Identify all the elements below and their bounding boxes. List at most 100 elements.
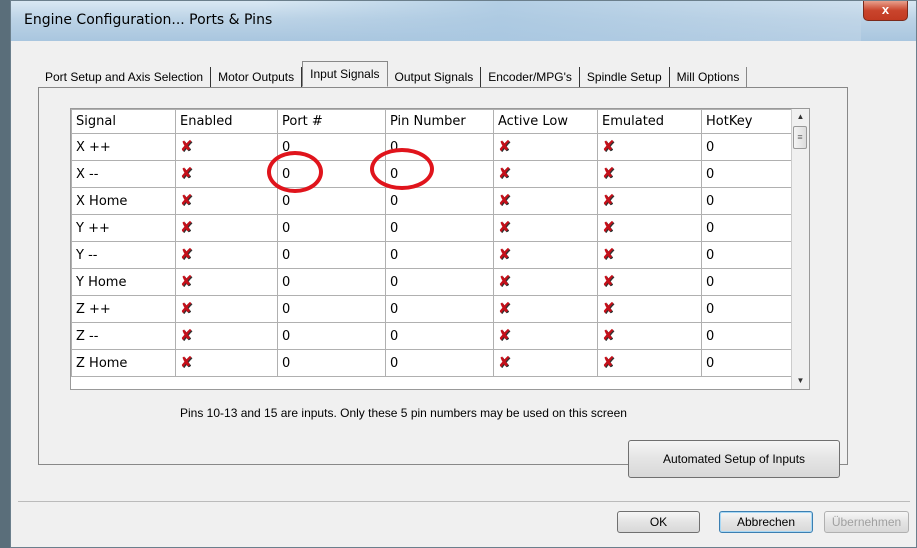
signal-cell[interactable]: Z ++ xyxy=(71,295,176,323)
emulated-cell[interactable]: ✘ xyxy=(597,322,702,350)
column-header-hotkey[interactable]: HotKey xyxy=(701,109,793,134)
pin-number-cell[interactable]: 0 xyxy=(385,322,494,350)
pin-number-cell[interactable]: 0 xyxy=(385,295,494,323)
table-row[interactable]: Z Home ✘ 0 0 ✘ ✘ 0 xyxy=(71,349,793,377)
enabled-cell[interactable]: ✘ xyxy=(175,349,278,377)
hotkey-cell[interactable]: 0 xyxy=(701,133,793,161)
tab-output-signals[interactable]: Output Signals xyxy=(388,67,482,87)
active-low-cell[interactable]: ✘ xyxy=(493,160,598,188)
vertical-scrollbar[interactable]: ▲ ≡ ▼ xyxy=(791,109,809,389)
red-x-icon: ✘ xyxy=(180,191,193,209)
active-low-cell[interactable]: ✘ xyxy=(493,214,598,242)
cancel-button[interactable]: Abbrechen xyxy=(719,511,813,533)
red-x-icon: ✘ xyxy=(180,137,193,155)
column-header-pin-number[interactable]: Pin Number xyxy=(385,109,494,134)
ok-button[interactable]: OK xyxy=(617,511,700,533)
pins-info-text: Pins 10-13 and 15 are inputs. Only these… xyxy=(180,406,627,420)
enabled-cell[interactable]: ✘ xyxy=(175,187,278,215)
port-cell[interactable]: 0 xyxy=(277,349,386,377)
tab-input-signals[interactable]: Input Signals xyxy=(302,61,388,87)
table-row[interactable]: Y Home ✘ 0 0 ✘ ✘ 0 xyxy=(71,268,793,296)
tab-port-setup[interactable]: Port Setup and Axis Selection xyxy=(38,67,212,87)
port-cell[interactable]: 0 xyxy=(277,160,386,188)
table-row[interactable]: Z -- ✘ 0 0 ✘ ✘ 0 xyxy=(71,322,793,350)
pin-number-cell[interactable]: 0 xyxy=(385,160,494,188)
table-row[interactable]: X -- ✘ 0 0 ✘ ✘ 0 xyxy=(71,160,793,188)
tab-mill-options[interactable]: Mill Options xyxy=(670,67,748,87)
pin-number-cell[interactable]: 0 xyxy=(385,133,494,161)
column-header-emulated[interactable]: Emulated xyxy=(597,109,702,134)
hotkey-cell[interactable]: 0 xyxy=(701,268,793,296)
emulated-cell[interactable]: ✘ xyxy=(597,295,702,323)
port-cell[interactable]: 0 xyxy=(277,295,386,323)
apply-button[interactable]: Übernehmen xyxy=(824,511,909,533)
scroll-up-arrow-icon[interactable]: ▲ xyxy=(792,109,809,125)
enabled-cell[interactable]: ✘ xyxy=(175,133,278,161)
pin-number-cell[interactable]: 0 xyxy=(385,214,494,242)
active-low-cell[interactable]: ✘ xyxy=(493,187,598,215)
emulated-cell[interactable]: ✘ xyxy=(597,160,702,188)
hotkey-cell[interactable]: 0 xyxy=(701,349,793,377)
emulated-cell[interactable]: ✘ xyxy=(597,187,702,215)
table-row[interactable]: X ++ ✘ 0 0 ✘ ✘ 0 xyxy=(71,133,793,161)
enabled-cell[interactable]: ✘ xyxy=(175,322,278,350)
enabled-cell[interactable]: ✘ xyxy=(175,268,278,296)
active-low-cell[interactable]: ✘ xyxy=(493,133,598,161)
scroll-down-arrow-icon[interactable]: ▼ xyxy=(792,373,809,389)
hotkey-cell[interactable]: 0 xyxy=(701,322,793,350)
active-low-cell[interactable]: ✘ xyxy=(493,322,598,350)
pin-number-cell[interactable]: 0 xyxy=(385,241,494,269)
hotkey-cell[interactable]: 0 xyxy=(701,214,793,242)
red-x-icon: ✘ xyxy=(498,353,511,371)
signal-cell[interactable]: Y ++ xyxy=(71,214,176,242)
port-cell[interactable]: 0 xyxy=(277,187,386,215)
emulated-cell[interactable]: ✘ xyxy=(597,268,702,296)
column-header-port[interactable]: Port # xyxy=(277,109,386,134)
tab-encoder-mpg[interactable]: Encoder/MPG's xyxy=(481,67,580,87)
signal-cell[interactable]: Z Home xyxy=(71,349,176,377)
active-low-cell[interactable]: ✘ xyxy=(493,349,598,377)
column-header-signal[interactable]: Signal xyxy=(71,109,176,134)
port-cell[interactable]: 0 xyxy=(277,241,386,269)
emulated-cell[interactable]: ✘ xyxy=(597,214,702,242)
hotkey-cell[interactable]: 0 xyxy=(701,241,793,269)
enabled-cell[interactable]: ✘ xyxy=(175,295,278,323)
hotkey-cell[interactable]: 0 xyxy=(701,160,793,188)
emulated-cell[interactable]: ✘ xyxy=(597,133,702,161)
scroll-thumb[interactable]: ≡ xyxy=(793,126,807,149)
signal-cell[interactable]: Y Home xyxy=(71,268,176,296)
active-low-cell[interactable]: ✘ xyxy=(493,268,598,296)
emulated-cell[interactable]: ✘ xyxy=(597,241,702,269)
pin-number-cell[interactable]: 0 xyxy=(385,268,494,296)
hotkey-cell[interactable]: 0 xyxy=(701,187,793,215)
active-low-cell[interactable]: ✘ xyxy=(493,241,598,269)
pin-number-cell[interactable]: 0 xyxy=(385,187,494,215)
close-button[interactable]: x xyxy=(863,1,908,21)
signal-cell[interactable]: X ++ xyxy=(71,133,176,161)
enabled-cell[interactable]: ✘ xyxy=(175,160,278,188)
column-header-enabled[interactable]: Enabled xyxy=(175,109,278,134)
table-row[interactable]: X Home ✘ 0 0 ✘ ✘ 0 xyxy=(71,187,793,215)
signal-cell[interactable]: X -- xyxy=(71,160,176,188)
enabled-cell[interactable]: ✘ xyxy=(175,241,278,269)
table-row[interactable]: Y ++ ✘ 0 0 ✘ ✘ 0 xyxy=(71,214,793,242)
enabled-cell[interactable]: ✘ xyxy=(175,214,278,242)
automated-setup-button[interactable]: Automated Setup of Inputs xyxy=(628,440,840,478)
red-x-icon: ✘ xyxy=(602,137,615,155)
hotkey-cell[interactable]: 0 xyxy=(701,295,793,323)
signal-cell[interactable]: Z -- xyxy=(71,322,176,350)
column-header-active-low[interactable]: Active Low xyxy=(493,109,598,134)
port-cell[interactable]: 0 xyxy=(277,322,386,350)
tab-motor-outputs[interactable]: Motor Outputs xyxy=(211,67,303,87)
table-row[interactable]: Y -- ✘ 0 0 ✘ ✘ 0 xyxy=(71,241,793,269)
port-cell[interactable]: 0 xyxy=(277,268,386,296)
port-cell[interactable]: 0 xyxy=(277,133,386,161)
signal-cell[interactable]: Y -- xyxy=(71,241,176,269)
emulated-cell[interactable]: ✘ xyxy=(597,349,702,377)
pin-number-cell[interactable]: 0 xyxy=(385,349,494,377)
tab-spindle-setup[interactable]: Spindle Setup xyxy=(580,67,670,87)
signal-cell[interactable]: X Home xyxy=(71,187,176,215)
table-row[interactable]: Z ++ ✘ 0 0 ✘ ✘ 0 xyxy=(71,295,793,323)
port-cell[interactable]: 0 xyxy=(277,214,386,242)
active-low-cell[interactable]: ✘ xyxy=(493,295,598,323)
